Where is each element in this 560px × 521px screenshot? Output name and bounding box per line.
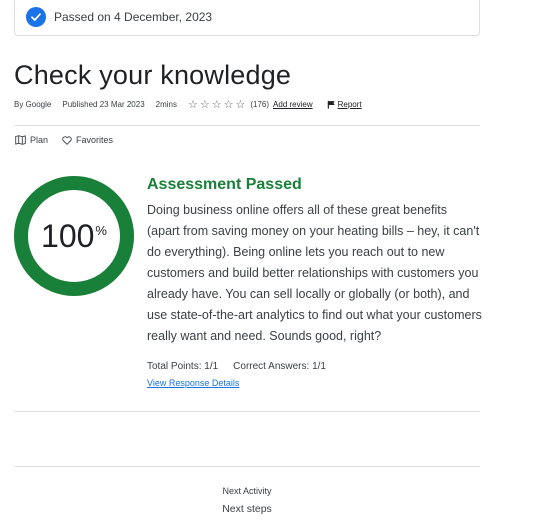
total-points: Total Points: 1/1 [147,361,219,372]
check-circle-icon [26,6,46,27]
divider [14,125,480,126]
view-response-details-link[interactable]: View Response Details [147,378,239,388]
star-icon[interactable]: ☆ [188,98,198,111]
plan-button[interactable]: Plan [15,135,48,145]
rating-stars[interactable]: ☆ ☆ ☆ ☆ ☆ [188,98,245,111]
report-link[interactable]: Report [338,100,362,109]
result-title: Assessment Passed [147,176,302,193]
next-activity-label: Next Activity [222,486,272,496]
plan-label: Plan [30,135,49,145]
author-text: By Google [14,100,52,109]
star-icon[interactable]: ☆ [224,98,234,111]
heart-icon [62,135,72,145]
add-review-link[interactable]: Add review [273,100,313,109]
score-unit: % [95,222,107,238]
result-panel: Assessment Passed Doing business online … [147,176,482,347]
divider [14,411,480,412]
page-title: Check your knowledge [14,60,292,90]
divider [14,466,480,467]
star-icon[interactable]: ☆ [200,98,210,111]
report-button[interactable]: Report [327,100,362,109]
score-number: 100 [41,217,95,254]
favorites-button[interactable]: Favorites [62,135,113,145]
passed-banner: Passed on 4 December, 2023 [14,0,480,36]
star-icon[interactable]: ☆ [212,98,222,111]
favorites-label: Favorites [76,135,114,145]
result-description: Doing business online offers all of thes… [147,203,482,343]
map-icon [15,135,26,145]
action-row: Plan Favorites [15,135,113,145]
meta-row: By Google Published 23 Mar 2023 2mins ☆ … [14,98,362,111]
star-icon[interactable]: ☆ [235,98,245,111]
next-activity-title[interactable]: Next steps [14,503,480,515]
correct-answers: Correct Answers: 1/1 [233,361,326,372]
passed-date-text: Passed on 4 December, 2023 [54,9,213,24]
score-stats: Total Points: 1/1 Correct Answers: 1/1 [147,361,326,372]
flag-icon [327,100,335,109]
published-date: Published 23 Mar 2023 [62,100,145,109]
next-activity[interactable]: Next Activity Next steps [14,486,480,515]
rating-count: (176) [250,100,270,109]
duration-text: 2mins [155,100,177,109]
score-value: 100% [13,175,135,297]
